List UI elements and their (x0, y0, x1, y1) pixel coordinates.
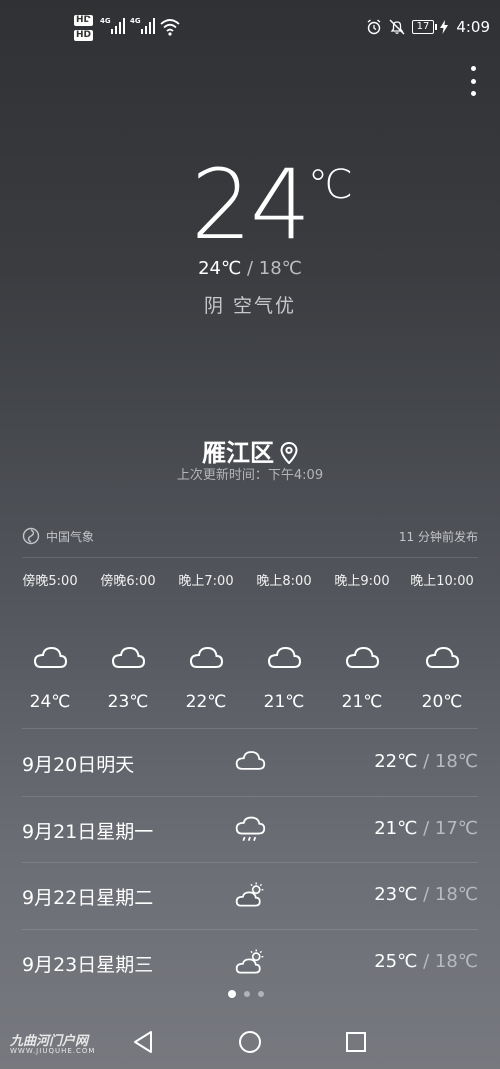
daily-row[interactable]: 9月22日星期二 23℃ / 18℃ (22, 863, 478, 929)
divider (22, 728, 478, 729)
day-date: 9月20日明天 (22, 754, 135, 776)
day-separator: / (417, 951, 435, 972)
temp-unit: ℃ (308, 162, 353, 208)
day-date: 9月21日星期一 (22, 821, 154, 843)
cloudy-icon (235, 751, 266, 770)
recents-icon[interactable] (345, 1031, 367, 1053)
hour-temp: 20℃ (421, 692, 463, 712)
published-time: 11 分钟前发布 (398, 529, 478, 544)
hour-temp: 21℃ (341, 692, 383, 712)
rain-icon (235, 816, 266, 841)
hour-temp: 23℃ (107, 692, 149, 712)
hour-temp: 22℃ (185, 692, 227, 712)
day-separator: / (417, 751, 435, 772)
daily-row[interactable]: 9月21日星期一 21℃ / 17℃ (22, 797, 478, 863)
page-dot[interactable] (244, 991, 250, 997)
menu-dot-icon (470, 66, 476, 71)
sim1-dot (88, 18, 92, 22)
status-bar: HD HD 4G 4G 17 4:09 (0, 0, 500, 56)
day-date: 9月23日星期三 (22, 954, 154, 976)
watermark-url: WWW.JIUQUHE.COM (10, 1047, 96, 1055)
location-pin-icon (280, 441, 298, 465)
cloudy-icon (189, 646, 224, 668)
watermark-logo: 九曲河门户网 WWW.JIUQUHE.COM (10, 1030, 95, 1055)
page-dot[interactable] (258, 991, 264, 997)
more-options-button[interactable] (468, 66, 478, 96)
hourly-forecast[interactable]: 傍晚5:00 24℃ 傍晚6:00 23℃ 晚上7:00 22℃ 晚上8:00 … (0, 570, 500, 720)
day-low: 17℃ (434, 818, 478, 839)
divider (22, 557, 478, 558)
wifi-icon (160, 19, 180, 36)
cloudy-icon (345, 646, 380, 668)
day-temp-range: 21℃ / 17℃ (374, 818, 478, 839)
menu-dot-icon (470, 78, 476, 84)
day-high: 21℃ (374, 818, 418, 839)
partly-sunny-icon (235, 882, 264, 907)
day-low: 18℃ (434, 951, 478, 972)
daily-row[interactable]: 9月20日明天 22℃ / 18℃ (22, 730, 478, 796)
today-low: 18℃ (258, 258, 302, 279)
page-indicator[interactable] (228, 990, 264, 998)
current-temperature: 24 ℃ (0, 150, 500, 260)
day-low: 18℃ (434, 884, 478, 905)
hour-temp: 21℃ (263, 692, 305, 712)
daily-row[interactable]: 9月23日星期三 25℃ / 18℃ (22, 930, 478, 996)
partly-sunny-icon (235, 949, 264, 974)
today-temp-range: 24℃ / 18℃ (0, 258, 500, 279)
hour-label: 傍晚6:00 (100, 574, 156, 589)
hour-label: 晚上8:00 (256, 574, 312, 589)
hd-badge-2: HD (74, 30, 94, 41)
day-separator: / (417, 818, 435, 839)
today-high: 24℃ (198, 258, 242, 279)
cloudy-icon (33, 646, 68, 668)
day-separator: / (417, 884, 435, 905)
location-name: 雁江区 (202, 439, 274, 467)
cloudy-icon (111, 646, 146, 668)
last-updated: 上次更新时间：下午4:09 (176, 468, 324, 483)
battery-indicator: 17 (411, 20, 438, 34)
day-high: 25℃ (374, 951, 418, 972)
menu-dot-icon (470, 91, 476, 96)
cma-logo-icon (22, 527, 40, 545)
day-temp-range: 25℃ / 18℃ (374, 951, 478, 972)
day-temp-range: 22℃ / 18℃ (374, 751, 478, 772)
hour-temp: 24℃ (29, 692, 71, 712)
current-temp-value: 24 (190, 149, 311, 261)
location-title[interactable]: 雁江区 (0, 433, 500, 468)
weather-condition: 阴 空气优 (203, 295, 297, 317)
cloudy-icon (267, 646, 302, 668)
mute-icon (389, 19, 405, 35)
source-name: 中国气象 (46, 529, 95, 544)
back-icon[interactable] (132, 1030, 154, 1054)
signal-icon (111, 18, 125, 34)
hour-label: 傍晚5:00 (22, 574, 78, 589)
page-dot-active[interactable] (228, 990, 236, 998)
hour-label: 晚上9:00 (334, 574, 390, 589)
home-icon[interactable] (238, 1030, 262, 1054)
hour-label: 晚上10:00 (410, 574, 474, 589)
day-low: 18℃ (434, 751, 478, 772)
hour-label: 晚上7:00 (178, 574, 234, 589)
clock: 4:09 (456, 18, 490, 36)
day-temp-range: 23℃ / 18℃ (374, 884, 478, 905)
day-high: 23℃ (374, 884, 418, 905)
data-source-row: 中国气象 11 分钟前发布 (22, 527, 478, 545)
day-high: 22℃ (374, 751, 418, 772)
alarm-icon (367, 19, 381, 35)
day-date: 9月22日星期二 (22, 887, 154, 909)
charging-icon (440, 20, 449, 34)
range-separator: / (241, 258, 259, 279)
signal-icon-2 (141, 18, 155, 34)
cloudy-icon (425, 646, 460, 668)
